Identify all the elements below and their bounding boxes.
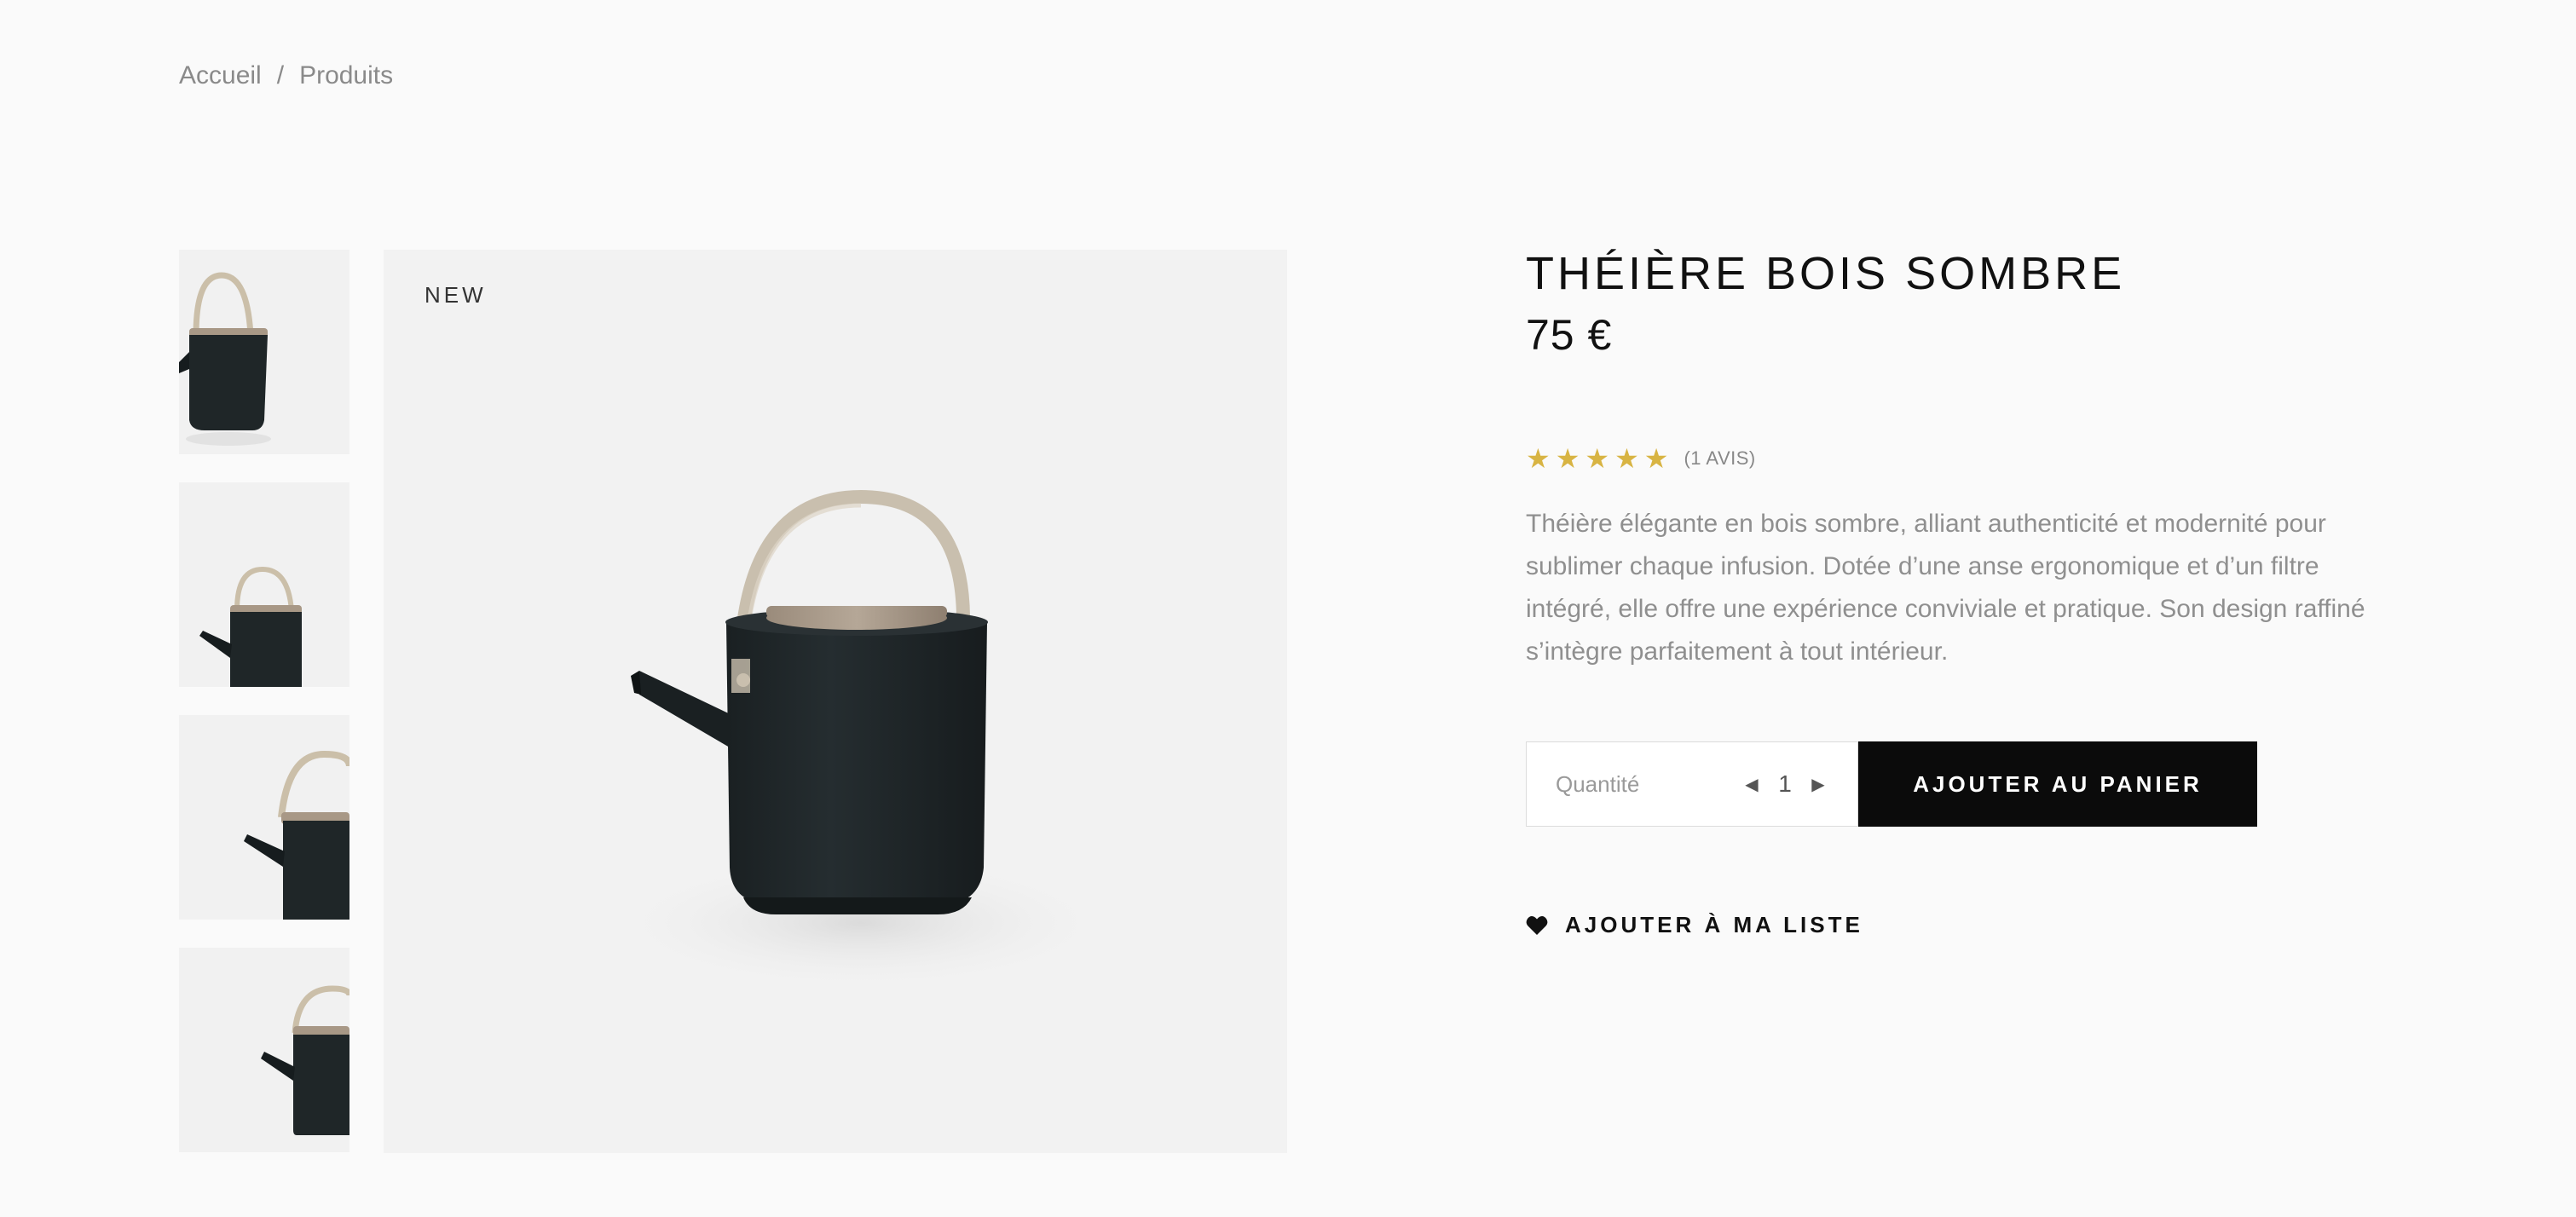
star-icon: ★ xyxy=(1555,443,1580,474)
add-to-cart-button[interactable]: AJOUTER AU PANIER xyxy=(1858,741,2257,827)
product-description: Théière élégante en bois sombre, alliant… xyxy=(1526,510,2365,666)
thumbnail-4[interactable] xyxy=(179,948,349,1152)
thumbnail-list xyxy=(179,250,349,1180)
teapot-thumbnail-image xyxy=(261,985,349,1135)
star-icon: ★ xyxy=(1643,443,1669,474)
quantity-value[interactable]: 1 xyxy=(1762,770,1808,798)
add-to-wishlist-button[interactable]: AJOUTER À MA LISTE xyxy=(1526,912,2395,938)
add-to-cart-row: Quantité ◀ 1 ▶ AJOUTER AU PANIER xyxy=(1526,741,2395,827)
breadcrumb-home-link[interactable]: Accueil xyxy=(179,61,262,90)
thumbnail-2[interactable] xyxy=(179,482,349,687)
main-product-image[interactable]: NEW xyxy=(384,250,1287,1153)
breadcrumb: Accueil / Produits xyxy=(179,61,393,90)
teapot-thumbnail-image xyxy=(244,750,349,920)
quantity-decrease-icon[interactable]: ◀ xyxy=(1741,774,1762,795)
wishlist-label: AJOUTER À MA LISTE xyxy=(1565,912,1863,937)
heart-icon xyxy=(1526,915,1548,935)
reviews-count-link[interactable]: (1 AVIS) xyxy=(1684,447,1755,470)
breadcrumb-products-link[interactable]: Produits xyxy=(299,61,393,90)
teapot-main-image xyxy=(605,489,1117,991)
teapot-thumbnail-image xyxy=(199,566,302,687)
quantity-increase-icon[interactable]: ▶ xyxy=(1808,774,1828,795)
teapot-thumbnail-image xyxy=(179,272,271,446)
quantity-stepper: Quantité ◀ 1 ▶ xyxy=(1526,741,1858,827)
star-icon: ★ xyxy=(1614,443,1639,474)
product-price: 75 € xyxy=(1526,311,1613,359)
star-icon: ★ xyxy=(1585,443,1610,474)
product-rating[interactable]: ★ ★ ★ ★ ★ (1 AVIS) xyxy=(1526,445,2395,472)
product-info: THÉIÈRE BOIS SOMBRE 75 € ★ ★ ★ ★ ★ (1 AV… xyxy=(1526,247,2395,938)
breadcrumb-separator: / xyxy=(276,61,285,89)
product-title: THÉIÈRE BOIS SOMBRE xyxy=(1526,248,2126,299)
thumbnail-1[interactable] xyxy=(179,250,349,454)
star-icon: ★ xyxy=(1526,443,1551,474)
quantity-label: Quantité xyxy=(1556,770,1640,797)
thumbnail-3[interactable] xyxy=(179,715,349,920)
